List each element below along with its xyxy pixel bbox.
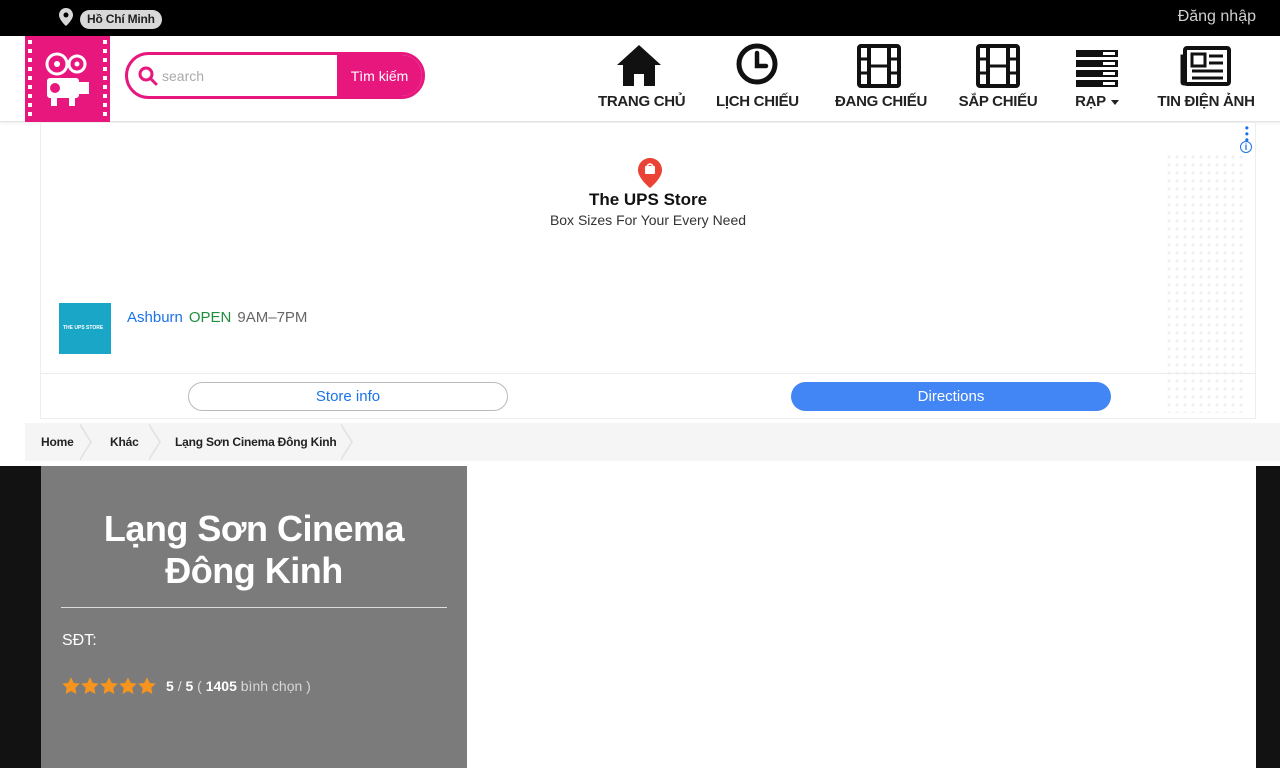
- nav-movie-news[interactable]: TIN ĐIỆN ẢNH: [1156, 36, 1256, 122]
- nav-schedule[interactable]: LỊCH CHIẾU: [716, 36, 799, 122]
- ad-hours: 9AM–7PM: [237, 309, 308, 326]
- star-icon[interactable]: [99, 676, 119, 696]
- nav-coming-soon[interactable]: SẮP CHIẾU: [957, 36, 1039, 122]
- film-icon: [976, 44, 1020, 88]
- site-logo[interactable]: [25, 36, 110, 122]
- panel-divider: [61, 607, 447, 608]
- star-icon[interactable]: [137, 676, 157, 696]
- breadcrumb-current: Lạng Sơn Cinema Đông Kinh: [175, 435, 337, 449]
- cinema-info-panel: Lạng Sơn Cinema Đông Kinh SĐT: 5 / 5 ( 1…: [41, 466, 467, 768]
- breadcrumb-separator: [339, 423, 351, 461]
- newspaper-icon: [1180, 46, 1231, 86]
- breadcrumb-separator: [78, 423, 90, 461]
- nav-label: SẮP CHIẾU: [958, 93, 1038, 110]
- projector-icon: [45, 52, 89, 106]
- ad-store-logo[interactable]: THE UPS STORE: [59, 303, 111, 354]
- rating-votes: 1405: [205, 678, 237, 694]
- nav-label: LỊCH CHIẾU: [716, 93, 799, 110]
- logo-film-strip: [103, 40, 107, 118]
- rating-value: 5: [166, 678, 174, 694]
- nav-home[interactable]: TRANG CHỦ: [598, 36, 686, 122]
- cinema-title: Lạng Sơn Cinema Đông Kinh: [103, 508, 405, 591]
- ad-info-icon[interactable]: i: [1240, 141, 1252, 153]
- map-pin-icon: [638, 158, 662, 188]
- caret-down-icon: [1110, 99, 1119, 105]
- ad-divider: [41, 373, 1255, 374]
- nav-now-showing[interactable]: ĐANG CHIẾU: [835, 36, 928, 122]
- login-link[interactable]: Đăng nhập: [1178, 8, 1256, 26]
- rating-paren: (: [197, 678, 202, 694]
- search-input[interactable]: [162, 55, 342, 96]
- site-header: Tìm kiếm TRANG CHỦ LỊCH CHIẾU ĐANG CHIẾU: [0, 36, 1280, 122]
- rating-paren: ): [306, 678, 311, 694]
- rating: 5 / 5 ( 1405 bình chọn ): [61, 674, 311, 698]
- content-area: [467, 466, 1256, 768]
- city-selector[interactable]: Hồ Chí Minh: [80, 10, 162, 29]
- search-button[interactable]: Tìm kiếm: [337, 55, 422, 96]
- rating-max: 5: [185, 678, 194, 694]
- film-icon: [857, 44, 901, 88]
- ad-subtitle: Box Sizes For Your Every Need: [549, 212, 747, 228]
- breadcrumb: Home Khác Lạng Sơn Cinema Đông Kinh: [25, 423, 1280, 461]
- server-icon: [1076, 50, 1118, 87]
- star-rating[interactable]: [61, 676, 156, 696]
- star-icon[interactable]: [118, 676, 138, 696]
- star-icon[interactable]: [61, 676, 81, 696]
- phone-label: SĐT:: [62, 632, 97, 649]
- nav-label: RẠP: [1066, 93, 1128, 110]
- rating-votes-label: bình chọn: [240, 678, 303, 694]
- ad-banner[interactable]: • • • i The UPS Store Box Sizes For Your E…: [40, 122, 1256, 419]
- search-icon: [138, 66, 158, 86]
- home-icon: [617, 45, 661, 86]
- ad-title[interactable]: The UPS Store: [41, 190, 1255, 210]
- nav-label: TIN ĐIỆN ẢNH: [1157, 93, 1255, 110]
- location-pin-icon: [59, 8, 73, 26]
- nav-cinemas-dropdown[interactable]: RẠP: [1066, 36, 1128, 122]
- ad-location: Ashburn OPEN 9AM–7PM: [127, 309, 307, 326]
- rating-separator: /: [177, 678, 182, 694]
- directions-button[interactable]: Directions: [791, 382, 1111, 411]
- nav-label: TRANG CHỦ: [598, 93, 686, 110]
- star-icon[interactable]: [80, 676, 100, 696]
- store-info-button[interactable]: Store info: [188, 382, 508, 411]
- rating-summary: 5 / 5 ( 1405 bình chọn ): [166, 678, 311, 694]
- ad-open-status: OPEN: [188, 309, 232, 326]
- clock-icon: [736, 43, 778, 85]
- breadcrumb-separator: [147, 423, 159, 461]
- breadcrumb-home[interactable]: Home: [25, 423, 74, 461]
- main-content: Lạng Sơn Cinema Đông Kinh SĐT: 5 / 5 ( 1…: [0, 466, 1280, 768]
- ad-city[interactable]: Ashburn: [127, 309, 183, 326]
- search-form: Tìm kiếm: [125, 52, 425, 99]
- logo-film-strip: [28, 40, 32, 118]
- ad-store-logo-text: THE UPS STORE: [63, 325, 104, 331]
- breadcrumb-category[interactable]: Khác: [94, 423, 139, 461]
- nav-label: ĐANG CHIẾU: [835, 93, 928, 110]
- top-bar: Hồ Chí Minh Đăng nhập: [0, 0, 1280, 36]
